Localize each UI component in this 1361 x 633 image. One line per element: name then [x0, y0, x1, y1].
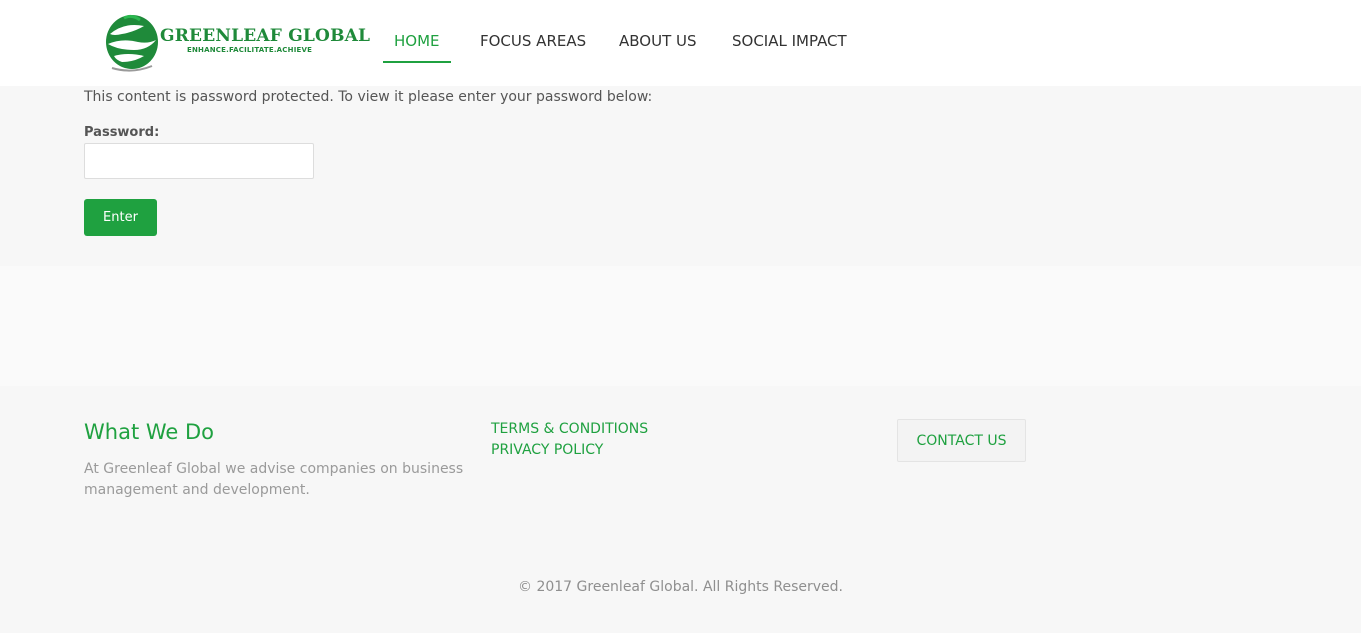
- nav-social-impact[interactable]: SOCIAL IMPACT: [732, 32, 847, 50]
- nav-home[interactable]: HOME: [394, 32, 440, 50]
- terms-conditions-link[interactable]: TERMS & CONDITIONS: [491, 421, 648, 437]
- globe-logo-icon: [106, 14, 158, 72]
- site-header: GREENLEAF GLOBAL ENHANCE.FACILITATE.ACHI…: [0, 0, 1361, 86]
- nav-about-us[interactable]: ABOUT US: [619, 32, 697, 50]
- site-logo[interactable]: GREENLEAF GLOBAL ENHANCE.FACILITATE.ACHI…: [104, 12, 370, 72]
- what-we-do-text: At Greenleaf Global we advise companies …: [84, 461, 464, 498]
- nav-focus-areas[interactable]: FOCUS AREAS: [480, 32, 586, 50]
- password-label: Password:: [84, 125, 160, 140]
- brand-tagline: ENHANCE.FACILITATE.ACHIEVE: [187, 46, 313, 54]
- copyright-text: © 2017 Greenleaf Global. All Rights Rese…: [518, 579, 843, 595]
- content-spacer: [0, 266, 1361, 386]
- contact-us-button[interactable]: CONTACT US: [897, 419, 1026, 462]
- password-protected-message: This content is password protected. To v…: [84, 89, 653, 105]
- what-we-do-title: What We Do: [84, 420, 214, 444]
- brand-name: GREENLEAF GLOBAL: [160, 26, 371, 46]
- privacy-policy-link[interactable]: PRIVACY POLICY: [491, 442, 603, 458]
- enter-button[interactable]: Enter: [84, 199, 157, 236]
- nav-active-indicator: [383, 61, 451, 63]
- password-input[interactable]: [84, 143, 314, 179]
